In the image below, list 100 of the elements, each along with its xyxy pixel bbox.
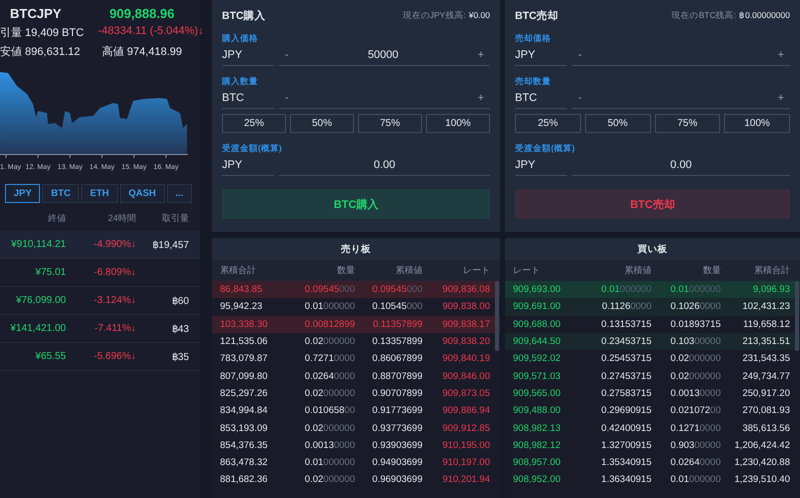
percent-button[interactable]: 25%: [515, 114, 581, 133]
table-cell-text: 909,838.20: [441, 336, 490, 348]
order-row[interactable]: 834,994.84 0.01065800 0.91773699 909,886.94: [212, 402, 500, 420]
plus-button[interactable]: +: [778, 49, 784, 61]
plus-button[interactable]: +: [478, 49, 484, 61]
table-cell-text: 250,917.20: [741, 388, 790, 399]
percent-button[interactable]: 75%: [358, 114, 422, 133]
form-title: BTC購入: [222, 9, 266, 23]
plus-button[interactable]: +: [778, 92, 784, 104]
currency-tab[interactable]: ETH: [81, 184, 118, 203]
order-row[interactable]: 908,982.12 1.32700915 0.90300000 1,206,424.42: [505, 436, 800, 454]
table-cell-text: 908,952.00: [513, 474, 562, 486]
table-cell-text: 0.00130000: [670, 388, 721, 399]
order-row[interactable]: 854,376.35 0.00130000 0.93903699 910,195.00: [212, 436, 500, 454]
currency-tab[interactable]: BTC: [42, 184, 80, 203]
table-cell-text: 909,688.00: [513, 318, 562, 330]
order-row[interactable]: 909,644.50 0.23453715 0.10300000 213,351.51: [505, 332, 800, 350]
order-row[interactable]: 908,957.00 1.35340915 0.02640000 1,230,420.88: [505, 454, 800, 472]
field-label: 売却数量: [515, 76, 552, 88]
amount-field[interactable]: - +: [572, 92, 790, 109]
table-cell-text: 0.11357899: [372, 318, 422, 330]
table-cell-text: 0.02000000: [670, 370, 721, 382]
table-cell-text: 909,571.03: [513, 370, 562, 382]
table-cell-text: 881,682.36: [220, 474, 269, 486]
column-header: 数量: [336, 264, 355, 277]
table-cell-text: 0.72710000: [304, 353, 355, 364]
order-row[interactable]: 909,691.00 0.11260000 0.10260000 102,431.23: [505, 298, 800, 316]
minus-button[interactable]: -: [578, 92, 582, 104]
column-header: 数量: [702, 264, 721, 277]
column-header: レート: [513, 264, 541, 277]
order-row[interactable]: 908,952.00 1.36340915 0.01000000 1,239,510.40: [505, 471, 800, 489]
plus-button[interactable]: +: [478, 92, 484, 104]
order-row[interactable]: 881,682.36 0.02000000 0.96903699 910,201.94: [212, 471, 500, 489]
percent-button[interactable]: 50%: [584, 114, 650, 133]
scrollbar[interactable]: [795, 281, 799, 351]
table-cell-text: 0.01000000: [304, 301, 355, 312]
amount-field[interactable]: - +: [572, 49, 790, 66]
percent-button[interactable]: 100%: [724, 114, 790, 133]
table-cell-text: 910,201.94: [441, 474, 490, 486]
table-cell-text: 0.10545000: [371, 301, 422, 312]
scrollbar[interactable]: [495, 281, 499, 351]
minus-button[interactable]: -: [578, 49, 582, 61]
order-row[interactable]: 909,592.02 0.25453715 0.02000000 231,543.35: [505, 350, 800, 368]
order-row[interactable]: 909,688.00 0.13153715 0.01893715 119,658.12: [505, 316, 800, 333]
currency-tab[interactable]: QASH: [120, 184, 165, 203]
percent-button[interactable]: 25%: [222, 114, 286, 133]
table-cell-text: 95,942.23: [220, 301, 264, 312]
volume-amount: ฿19,457: [151, 238, 189, 250]
volume-amount: ฿43: [170, 322, 189, 334]
table-cell-text: 908,982.12: [513, 440, 562, 451]
table-cell-text: 909,840.19: [441, 353, 490, 364]
table-cell-text: 909,838.00: [441, 301, 490, 312]
amount-field[interactable]: 0.00: [279, 159, 490, 176]
table-cell-text: 119,658.12: [742, 318, 790, 330]
market-row[interactable]: ¥76,099.00 -3.124%↓ ฿60: [0, 287, 200, 315]
table-cell-text: 807,099.80: [220, 370, 269, 382]
table-cell-text: 854,376.35: [220, 440, 269, 451]
table-cell-text: 0.91773699: [371, 405, 422, 416]
book-title: 買い板: [638, 242, 668, 256]
table-cell-text: 0.01065800: [304, 405, 355, 416]
table-cell-text: 0.02000000: [304, 388, 355, 399]
order-row[interactable]: 909,565.00 0.27583715 0.00130000 250,917.20: [505, 384, 800, 402]
table-cell-text: 1,230,420.88: [734, 457, 790, 468]
currency-unit: BTC: [222, 92, 274, 109]
submit-button[interactable]: BTC購入: [222, 189, 490, 219]
order-row[interactable]: 909,488.00 0.29690915 0.02107200 270,081.93: [505, 402, 800, 420]
percent-button[interactable]: 75%: [654, 114, 720, 133]
amount-field[interactable]: 0.00: [572, 159, 790, 176]
table-cell-text: 825,297.26: [220, 388, 269, 399]
market-row[interactable]: ¥65.55 -5.696%↓ ฿35: [0, 343, 200, 371]
currency-tab[interactable]: ...: [166, 184, 192, 203]
order-row[interactable]: 908,982.13 0.42400915 0.12710000 385,613.56: [505, 419, 800, 437]
table-cell-text: 909,644.50: [513, 336, 562, 348]
table-cell-text: 0.29690915: [600, 405, 652, 416]
order-row[interactable]: 863,478.32 0.01000000 0.94903699 910,197.00: [212, 454, 500, 472]
order-row[interactable]: 807,099.80 0.02640000 0.88707899 909,846.00: [212, 367, 500, 385]
market-row[interactable]: ¥910,114.21 -4.990%↓ ฿19,457: [0, 231, 200, 259]
percent-button[interactable]: 50%: [290, 114, 354, 133]
minus-button[interactable]: -: [285, 49, 289, 61]
order-row[interactable]: 853,193.09 0.02000000 0.93773699 909,912.85: [212, 419, 500, 437]
order-row[interactable]: 121,535.06 0.02000000 0.13357899 909,838.20: [212, 332, 500, 350]
amount-field[interactable]: - +: [279, 92, 490, 109]
table-cell-text: 0.09545000: [304, 284, 355, 296]
order-row[interactable]: 825,297.26 0.02000000 0.90707899 909,873.05: [212, 384, 500, 402]
table-cell-text: 909,592.02: [513, 353, 562, 364]
amount-field[interactable]: - 50000 +: [279, 49, 490, 66]
column-header: 24時間: [106, 212, 136, 225]
order-row[interactable]: 86,843.85 0.09545000 0.09545000 909,836.08: [212, 281, 500, 298]
order-row[interactable]: 909,571.03 0.27453715 0.02000000 249,734.77: [505, 367, 800, 385]
market-row[interactable]: ¥141,421.00 -7.411%↓ ฿43: [0, 315, 200, 343]
order-row[interactable]: 783,079.87 0.72710000 0.86067899 909,840.19: [212, 350, 500, 368]
table-cell-text: 0.25453715: [600, 353, 652, 364]
minus-button[interactable]: -: [285, 92, 289, 104]
percent-button[interactable]: 100%: [426, 114, 490, 133]
currency-tab[interactable]: JPY: [5, 184, 40, 203]
order-row[interactable]: 909,693.00 0.01000000 0.01000000 9,096.93: [505, 281, 800, 298]
order-row[interactable]: 95,942.23 0.01000000 0.10545000 909,838.00: [212, 298, 500, 316]
market-row[interactable]: ¥75.01 -6.809%↓: [0, 259, 200, 287]
order-row[interactable]: 103,338.30 0.00812899 0.11357899 909,838.17: [212, 316, 500, 333]
table-cell-text: 853,193.09: [220, 422, 269, 434]
